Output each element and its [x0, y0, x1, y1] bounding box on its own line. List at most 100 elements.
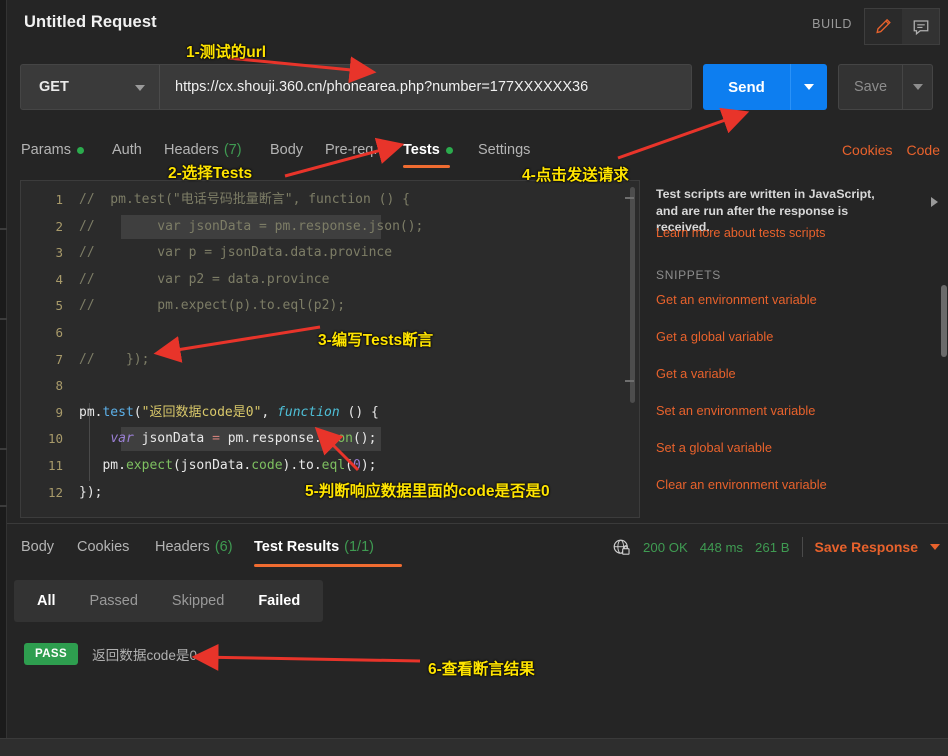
- code-token: to: [298, 457, 314, 473]
- url-input[interactable]: https://cx.shouji.360.cn/phonearea.php?n…: [160, 65, 691, 109]
- response-tab-testresults[interactable]: Test Results (1/1): [254, 530, 374, 564]
- line-number: 3: [55, 245, 63, 261]
- response-tabs: 200 OK 448 ms 261 B Save Response Body Co…: [7, 530, 948, 568]
- line-text: // var p2 = data.province: [79, 272, 329, 287]
- code-line: 9 pm.test("返回数据code是0", function () {: [21, 400, 639, 427]
- snippet-item[interactable]: Clear an environment variable: [656, 477, 827, 492]
- response-tab-cookies[interactable]: Cookies: [77, 530, 129, 564]
- comment-button[interactable]: [902, 8, 940, 45]
- response-tab-label: Headers: [155, 539, 210, 555]
- line-number: 4: [55, 271, 63, 287]
- save-options-button[interactable]: [902, 65, 932, 109]
- divider: [801, 537, 803, 557]
- tab-settings[interactable]: Settings: [478, 132, 530, 168]
- code-token: // var jsonData = pm.response.json();: [79, 218, 424, 234]
- code-line: 1 // pm.test("电话号码批量断言", function () {: [21, 187, 639, 214]
- line-number: 5: [55, 298, 63, 314]
- code-line: 8: [21, 373, 639, 400]
- snippets-scrollbar[interactable]: [941, 285, 947, 357]
- tab-body[interactable]: Body: [270, 132, 303, 168]
- code-token: () {: [339, 404, 379, 420]
- code-token: response: [251, 431, 314, 447]
- postman-window: Untitled Request BUILD GET https://cx.sh…: [0, 0, 948, 756]
- code-line: 11 pm.expect(jsonData.code).to.eql(0);: [21, 453, 639, 480]
- send-options-button[interactable]: [790, 64, 827, 110]
- cookies-link[interactable]: Cookies: [842, 142, 893, 158]
- code-token: function: [277, 404, 340, 420]
- line-number: 2: [55, 218, 63, 234]
- method-value: GET: [39, 79, 69, 95]
- tab-params[interactable]: Params: [21, 132, 84, 168]
- tab-label: Tests: [403, 142, 440, 158]
- response-tab-count: (6): [214, 539, 233, 555]
- send-button[interactable]: Send: [703, 64, 790, 110]
- chevron-down-icon: [804, 84, 814, 90]
- save-group: Save: [838, 64, 933, 110]
- code-token: =: [212, 431, 220, 447]
- globe-lock-icon: [613, 539, 630, 555]
- response-divider: [7, 523, 948, 524]
- editor-scrollbar[interactable]: [630, 187, 635, 403]
- tab-auth[interactable]: Auth: [112, 132, 142, 168]
- code-link[interactable]: Code: [907, 142, 940, 158]
- tab-headers[interactable]: Headers (7): [164, 132, 242, 168]
- code-token: .: [313, 431, 322, 447]
- response-tab-active-underline: [254, 564, 402, 567]
- url-bar: GET https://cx.shouji.360.cn/phonearea.p…: [20, 64, 692, 110]
- chevron-down-icon: [912, 84, 923, 90]
- left-rail: [0, 0, 7, 756]
- code-token: pm: [79, 457, 119, 473]
- code-token: "返回数据code是0": [141, 404, 262, 420]
- tests-script-editor[interactable]: 1 // pm.test("电话号码批量断言", function () { 2 //…: [20, 180, 640, 518]
- response-tab-body[interactable]: Body: [21, 530, 54, 564]
- method-selector[interactable]: GET: [21, 65, 160, 109]
- status-bar: [0, 738, 948, 756]
- code-token: var: [110, 431, 134, 447]
- filter-all[interactable]: All: [20, 580, 73, 622]
- line-text: // pm.expect(p).to.eql(p2);: [79, 298, 345, 313]
- line-text: var jsonData = pm.response.json();: [79, 431, 376, 446]
- code-token: );: [360, 457, 377, 473]
- snippet-item[interactable]: Get an environment variable: [656, 292, 817, 307]
- filter-skipped[interactable]: Skipped: [155, 580, 241, 622]
- pencil-icon: [876, 18, 891, 34]
- tab-status-dot: [445, 146, 453, 154]
- line-number: 12: [47, 484, 63, 500]
- code-token: // var p2 = data.province: [79, 271, 330, 287]
- rail-mark: [0, 228, 7, 230]
- code-token: // });: [79, 351, 150, 367]
- code-token: ).: [282, 457, 299, 473]
- chevron-down-icon[interactable]: [930, 544, 940, 550]
- tab-prereq[interactable]: Pre-req.: [325, 132, 377, 168]
- snippet-item[interactable]: Set a global variable: [656, 440, 772, 455]
- code-line: 2 // var jsonData = pm.response.json();: [21, 214, 639, 241]
- code-token: 0: [352, 457, 361, 473]
- code-token: test: [102, 404, 134, 420]
- code-line: 5 // pm.expect(p).to.eql(p2);: [21, 293, 639, 320]
- test-result-name: 返回数据code是0: [92, 648, 198, 663]
- snippet-item[interactable]: Get a variable: [656, 366, 736, 381]
- test-result-row[interactable]: PASS 返回数据code是0: [24, 643, 197, 665]
- snippet-item[interactable]: Get a global variable: [656, 329, 773, 344]
- code-token: .: [313, 457, 322, 473]
- response-time: 448 ms: [699, 539, 744, 555]
- tab-tests[interactable]: Tests: [403, 132, 453, 168]
- header-right-links: Cookies Code: [842, 132, 940, 168]
- edit-mode-button[interactable]: [864, 8, 902, 45]
- chevron-right-icon[interactable]: [931, 197, 938, 207]
- code-token: code: [251, 457, 283, 473]
- rail-mark: [0, 505, 7, 507]
- code-line: 4 // var p2 = data.province: [21, 267, 639, 294]
- line-number: 10: [47, 431, 63, 447]
- response-tab-headers[interactable]: Headers (6): [155, 530, 233, 564]
- response-meta: 200 OK 448 ms 261 B Save Response: [612, 534, 940, 560]
- save-button[interactable]: Save: [839, 65, 902, 109]
- save-response-button[interactable]: Save Response: [815, 539, 919, 555]
- learn-more-link[interactable]: Learn more about tests scripts: [656, 226, 825, 240]
- filter-failed[interactable]: Failed: [241, 580, 317, 622]
- comment-icon: [913, 19, 928, 35]
- page-title: Untitled Request: [24, 13, 157, 31]
- filter-passed[interactable]: Passed: [73, 580, 155, 622]
- snippet-item[interactable]: Set an environment variable: [656, 403, 815, 418]
- tab-label: Settings: [478, 142, 531, 158]
